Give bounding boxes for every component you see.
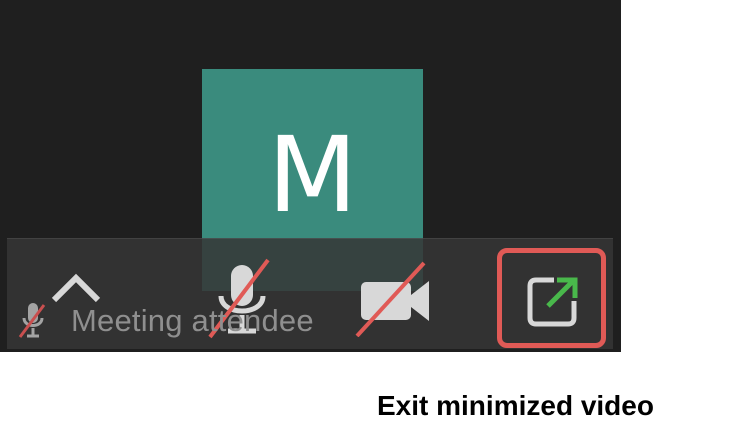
attendee-muted-microphone-icon [18, 303, 46, 338]
exit-minimized-video-button[interactable] [497, 248, 606, 348]
screenshot-page: M Meeting attendee Exit minimized video [0, 0, 734, 436]
exit-minimized-video-caption: Exit minimized video [377, 390, 654, 421]
participant-avatar-initial: M [267, 114, 358, 236]
exit-minimized-video-icon [527, 277, 578, 327]
video-camera-muted-icon[interactable] [349, 253, 443, 337]
attendee-name-label: Meeting attendee [71, 303, 314, 338]
